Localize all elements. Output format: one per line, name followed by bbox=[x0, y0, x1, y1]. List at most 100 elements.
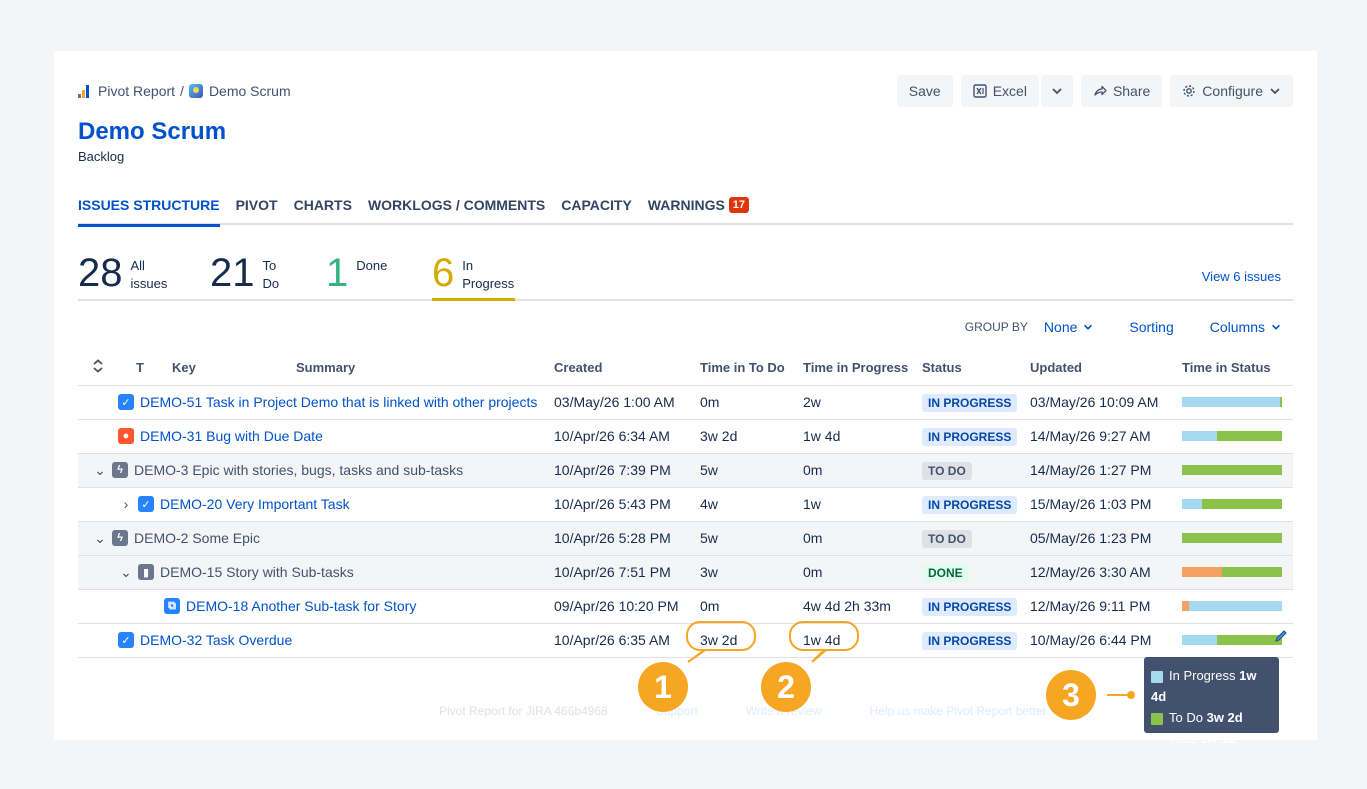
table-row[interactable]: › ✓ DEMO-20 Very Important Task 10/Apr/26 … bbox=[78, 487, 1293, 522]
columns-dropdown[interactable]: Columns bbox=[1210, 319, 1281, 335]
expand-all-toggle[interactable] bbox=[78, 351, 118, 386]
issue-link[interactable]: DEMO-32 Task Overdue bbox=[140, 632, 292, 648]
tab-capacity[interactable]: CAPACITY bbox=[553, 197, 640, 225]
issue-link[interactable]: DEMO-3 Epic with stories, bugs, tasks an… bbox=[134, 462, 463, 478]
tooltip-todo-value: 3w 2d bbox=[1206, 710, 1243, 725]
footer-feedback-link[interactable]: Help us make Pivot Report better bbox=[870, 704, 1047, 718]
status-badge: IN PROGRESS bbox=[922, 428, 1018, 446]
time-in-status-bar[interactable] bbox=[1182, 465, 1282, 475]
toolbar: Save Excel Share Configure bbox=[896, 75, 1293, 107]
group-by-label: GROUP BY bbox=[964, 320, 1028, 334]
issue-link[interactable]: DEMO-15 Story with Sub-tasks bbox=[160, 564, 354, 580]
table-row[interactable]: ✓ DEMO-32 Task Overdue 10/Apr/26 6:35 AM … bbox=[78, 621, 1293, 658]
configure-button-label: Configure bbox=[1202, 83, 1263, 99]
issue-link[interactable]: DEMO-20 Very Important Task bbox=[160, 496, 350, 512]
excel-button[interactable]: Excel bbox=[960, 75, 1039, 107]
breadcrumb: Pivot Report / Demo Scrum bbox=[78, 83, 291, 99]
time-in-status-bar[interactable] bbox=[1182, 601, 1282, 611]
share-icon bbox=[1094, 85, 1107, 96]
tab-bar: ISSUES STRUCTURE PIVOT CHARTS WORKLOGS /… bbox=[78, 197, 1293, 227]
sorting-button[interactable]: Sorting bbox=[1129, 319, 1173, 335]
header-key-summary[interactable]: T Key Summary bbox=[118, 351, 554, 386]
footer-version: Pivot Report for JIRA 466b4968 bbox=[439, 704, 608, 718]
time-in-status-bar[interactable] bbox=[1182, 533, 1282, 543]
issue-link[interactable]: DEMO-51 Task in Project Demo that is lin… bbox=[140, 394, 537, 410]
header-time-todo[interactable]: Time in To Do bbox=[700, 351, 803, 386]
chevron-right-icon[interactable]: › bbox=[118, 496, 134, 512]
header-status[interactable]: Status bbox=[922, 351, 1030, 386]
table-row[interactable]: ✓ DEMO-51 Task in Project Demo that is li… bbox=[78, 385, 1293, 420]
tab-warnings[interactable]: WARNINGS 17 bbox=[640, 197, 757, 225]
table-row[interactable]: ⧉ DEMO-18 Another Sub-task for Story 09/A… bbox=[78, 589, 1293, 624]
header-time-progress[interactable]: Time in Progress bbox=[803, 351, 922, 386]
cell-updated: 14/May/26 9:27 AM bbox=[1030, 419, 1182, 454]
page-title: Demo Scrum bbox=[78, 118, 227, 145]
cell-updated: 12/May/26 9:11 PM bbox=[1030, 589, 1182, 624]
view-issues-link[interactable]: View 6 issues bbox=[1202, 269, 1281, 284]
stat-label-line: In bbox=[462, 258, 474, 273]
tab-charts[interactable]: CHARTS bbox=[286, 197, 360, 225]
table-row[interactable]: ⌄ ϟ DEMO-3 Epic with stories, bugs, tasks … bbox=[78, 453, 1293, 488]
stat-number: 21 bbox=[210, 251, 255, 295]
excel-dropdown-button[interactable] bbox=[1040, 75, 1073, 107]
status-badge: TO DO bbox=[922, 530, 972, 548]
time-in-status-bar[interactable] bbox=[1182, 567, 1282, 577]
excel-button-label: Excel bbox=[992, 83, 1027, 99]
cell-time-progress: 1w 4d bbox=[803, 419, 922, 454]
save-button[interactable]: Save bbox=[896, 75, 953, 107]
time-in-status-bar[interactable] bbox=[1182, 431, 1282, 441]
tooltip-total-label: Total bbox=[1169, 731, 1197, 746]
cell-created: 10/Apr/26 6:34 AM bbox=[554, 419, 700, 454]
cell-time-progress: 4w 4d 2h 33m bbox=[803, 589, 922, 624]
chevron-down-icon[interactable]: ⌄ bbox=[118, 564, 134, 581]
stat-label-line: Progress bbox=[462, 276, 515, 291]
breadcrumb-root-label: Pivot Report bbox=[98, 83, 176, 99]
cell-time-progress: 1w bbox=[803, 487, 922, 522]
subtask-icon: ⧉ bbox=[164, 598, 180, 614]
cell-created: 10/Apr/26 6:35 AM bbox=[554, 623, 700, 658]
breadcrumb-project[interactable]: Demo Scrum bbox=[188, 83, 291, 99]
tab-issues-structure[interactable]: ISSUES STRUCTURE bbox=[78, 197, 228, 227]
tab-label: CHARTS bbox=[293, 197, 352, 213]
table-row[interactable]: ⌄ ▮ DEMO-15 Story with Sub-tasks 10/Apr/26… bbox=[78, 555, 1293, 590]
header-created[interactable]: Created bbox=[554, 351, 700, 386]
chevron-down-icon bbox=[1272, 324, 1280, 330]
chevron-down-icon[interactable]: ⌄ bbox=[92, 462, 108, 479]
chevron-down-icon[interactable]: ⌄ bbox=[92, 530, 108, 547]
stat-in-progress[interactable]: 6 In Progress bbox=[432, 251, 515, 301]
cell-updated: 10/May/26 6:44 PM bbox=[1030, 623, 1182, 658]
issue-link[interactable]: DEMO-2 Some Epic bbox=[134, 530, 260, 546]
configure-button[interactable]: Configure bbox=[1170, 75, 1293, 107]
header-time-status[interactable]: Time in Status bbox=[1182, 351, 1293, 386]
highlighted-time-progress: 1w 4d bbox=[788, 621, 860, 651]
cell-time-progress: 0m bbox=[803, 521, 922, 556]
issue-link[interactable]: DEMO-31 Bug with Due Date bbox=[140, 428, 323, 444]
tooltip-todo-line: To Do 3w 2d bbox=[1151, 707, 1272, 728]
bug-icon: ● bbox=[118, 428, 134, 444]
stat-all-issues[interactable]: 28 All issues bbox=[78, 251, 167, 299]
columns-label: Columns bbox=[1209, 319, 1265, 335]
tooltip-total-value: 5w 1d bbox=[1200, 731, 1237, 746]
share-button[interactable]: Share bbox=[1080, 75, 1163, 107]
time-in-status-bar[interactable] bbox=[1182, 630, 1287, 645]
stat-label-line: Do bbox=[262, 276, 280, 291]
table-row[interactable]: ● DEMO-31 Bug with Due Date 10/Apr/26 6:3… bbox=[78, 419, 1293, 454]
stat-number: 6 bbox=[432, 251, 455, 295]
issue-link[interactable]: DEMO-18 Another Sub-task for Story bbox=[186, 598, 416, 614]
stat-done[interactable]: 1 Done bbox=[326, 251, 387, 299]
stat-to-do[interactable]: 21 To Do bbox=[210, 251, 279, 299]
breadcrumb-pivot-report[interactable]: Pivot Report bbox=[78, 83, 175, 99]
header-updated[interactable]: Updated bbox=[1030, 351, 1182, 386]
stat-label-line: All bbox=[130, 258, 145, 273]
chevron-down-icon bbox=[1270, 88, 1280, 95]
group-by-dropdown[interactable]: None bbox=[1044, 319, 1093, 335]
table-row[interactable]: ⌄ ϟ DEMO-2 Some Epic 10/Apr/26 5:28 PM 5w … bbox=[78, 521, 1293, 556]
tab-pivot[interactable]: PIVOT bbox=[228, 197, 286, 225]
table-header-row: T Key Summary Created Time in To Do Time i… bbox=[78, 351, 1293, 386]
tooltip-progress-label: In Progress bbox=[1169, 668, 1236, 683]
time-in-status-bar[interactable] bbox=[1182, 499, 1282, 509]
share-button-label: Share bbox=[1112, 83, 1151, 99]
tab-worklogs-comments[interactable]: WORKLOGS / COMMENTS bbox=[360, 197, 553, 225]
cell-updated: 05/May/26 1:23 PM bbox=[1030, 521, 1182, 556]
time-in-status-bar[interactable] bbox=[1182, 397, 1282, 407]
